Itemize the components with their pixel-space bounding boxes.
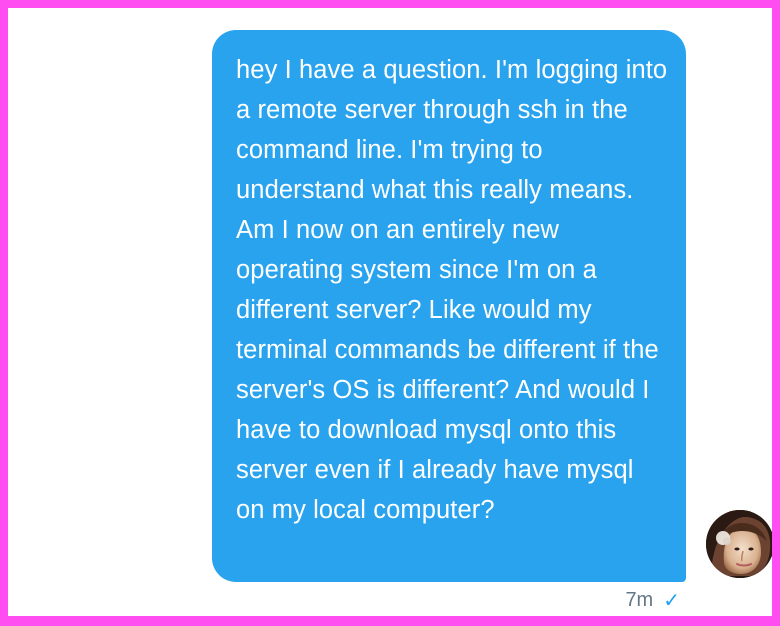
message-meta: 7m ✓ bbox=[625, 588, 680, 612]
message-bubble[interactable]: hey I have a question. I'm logging into … bbox=[212, 30, 686, 582]
message-text: hey I have a question. I'm logging into … bbox=[236, 56, 668, 524]
avatar[interactable] bbox=[706, 510, 772, 578]
avatar-icon bbox=[706, 510, 772, 578]
check-icon: ✓ bbox=[663, 588, 680, 612]
message-time: 7m bbox=[625, 589, 654, 611]
chat-frame: hey I have a question. I'm logging into … bbox=[8, 8, 772, 616]
